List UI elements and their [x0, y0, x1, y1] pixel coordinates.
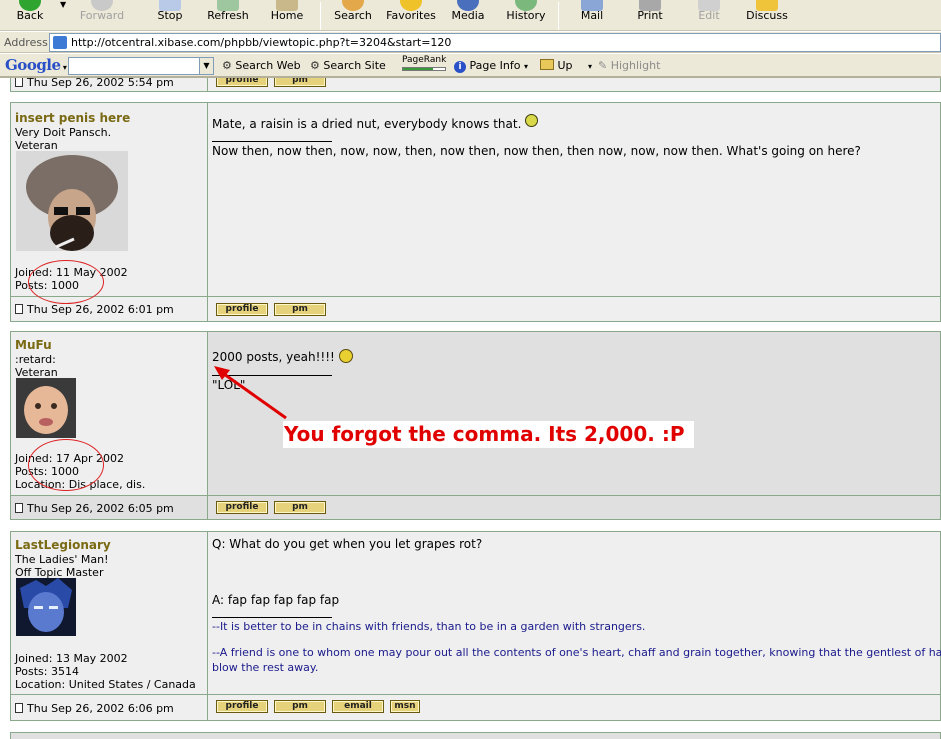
- annotation-arrow: [214, 366, 287, 420]
- annotation-text: You forgot the comma. Its 2,000. :P: [283, 421, 694, 448]
